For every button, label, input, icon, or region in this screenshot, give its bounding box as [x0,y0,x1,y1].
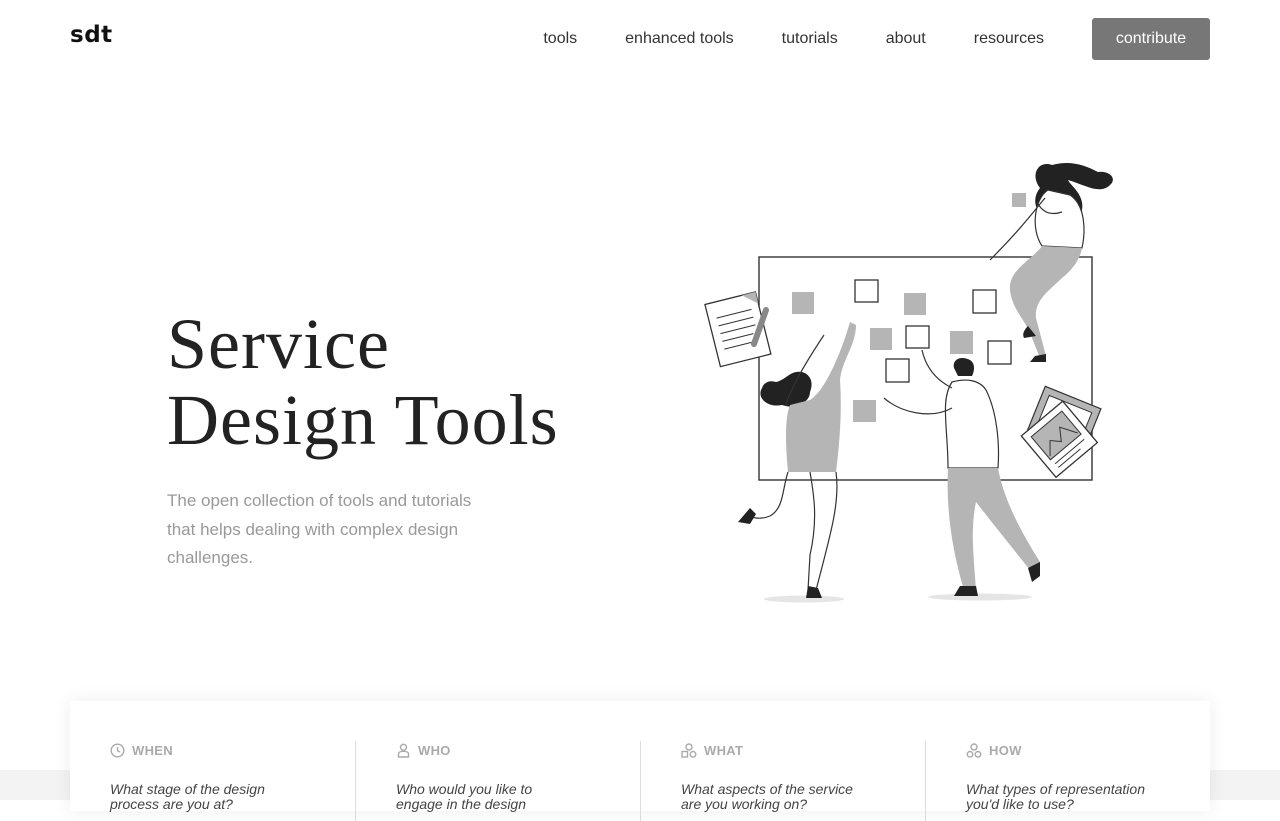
filter-when-header: WHEN [110,741,355,759]
filter-how-question: What types of representation you'd like … [966,781,1145,812]
site-logo[interactable]: sdt [70,22,113,48]
filter-card: WHEN What stage of the design process ar… [70,701,1210,821]
filter-who-label: WHO [418,742,451,758]
filter-when-label: WHEN [132,742,173,758]
filter-who[interactable]: WHO Who would you like to engage in the … [355,741,640,821]
contribute-button[interactable]: contribute [1092,18,1210,60]
filter-what-label: WHAT [704,742,744,758]
nav-about[interactable]: about [886,18,926,60]
site-header: sdt tools enhanced tools tutorials about… [0,0,1280,80]
filter-who-question: Who would you like to engage in the desi… [396,781,533,812]
hero-illustration [704,162,1113,603]
hero-title: Service Design Tools [167,306,559,458]
filter-what-header: WHAT [681,741,925,759]
filter-how[interactable]: HOW What types of representation you'd l… [925,741,1210,821]
nav-enhanced-tools[interactable]: enhanced tools [625,18,734,60]
nav-tools[interactable]: tools [543,18,577,60]
filter-when[interactable]: WHEN What stage of the design process ar… [70,741,355,821]
filter-when-question: What stage of the design process are you… [110,781,265,812]
clock-icon [110,742,125,758]
main-nav: tools enhanced tools tutorials about res… [543,18,1210,60]
filter-what-question: What aspects of the service are you work… [681,781,853,812]
hero-title-line-1: Service [167,304,390,384]
hero-subtitle: The open collection of tools and tutoria… [167,491,472,567]
filter-how-label: HOW [989,742,1022,758]
filter-how-header: HOW [966,741,1210,759]
filter-what[interactable]: WHAT What aspects of the service are you… [640,741,925,821]
nav-tutorials[interactable]: tutorials [782,18,838,60]
person-icon [397,743,410,758]
hero-title-line-2: Design Tools [167,380,559,460]
filter-who-header: WHO [396,741,640,759]
shapes-icon [966,742,982,758]
shapes-icon [681,742,697,758]
nav-resources[interactable]: resources [974,18,1044,60]
